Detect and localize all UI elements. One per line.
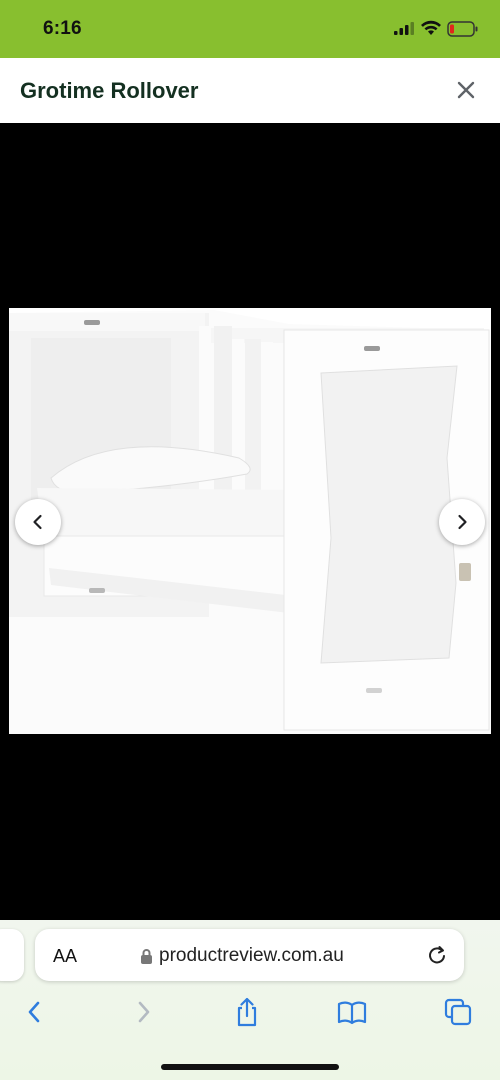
forward-icon[interactable] <box>128 997 158 1027</box>
page-title: Grotime Rollover <box>20 78 199 103</box>
modal-header: Grotime Rollover <box>0 58 500 123</box>
status-time: 6:16 <box>43 18 82 39</box>
url-text[interactable]: productreview.com.au <box>159 945 344 967</box>
tabs-icon[interactable] <box>443 997 473 1027</box>
lock-icon <box>141 949 152 964</box>
battery-low-icon <box>447 21 478 37</box>
home-indicator[interactable] <box>161 1064 339 1070</box>
chevron-left-icon <box>33 514 42 530</box>
bookmarks-icon[interactable] <box>337 997 367 1027</box>
chevron-right-icon <box>458 514 467 530</box>
wifi-icon <box>421 20 441 35</box>
back-icon[interactable] <box>20 997 50 1027</box>
status-bar: 6:16 <box>0 0 500 58</box>
reload-icon[interactable] <box>426 944 448 966</box>
next-image-button[interactable] <box>439 499 485 545</box>
previous-image-button[interactable] <box>15 499 61 545</box>
cellular-signal-icon <box>394 22 414 35</box>
product-image <box>9 308 491 734</box>
text-size-button[interactable]: AA <box>53 946 77 967</box>
share-icon[interactable] <box>232 997 262 1027</box>
adjacent-tab-pill[interactable] <box>0 929 24 981</box>
close-icon[interactable] <box>452 76 480 104</box>
